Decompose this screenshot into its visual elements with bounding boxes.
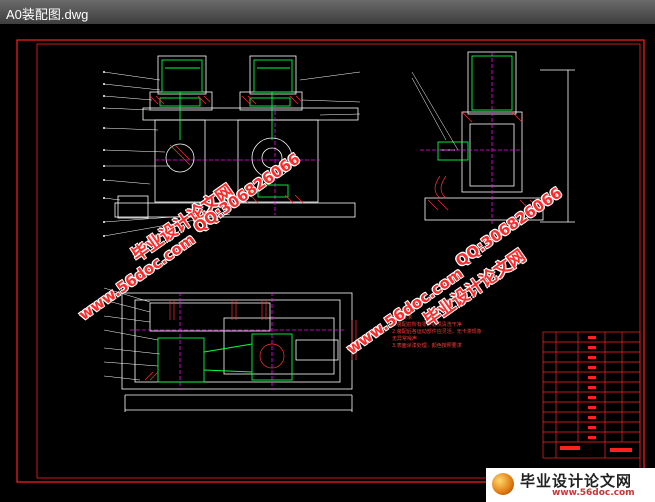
notes-line: 3.表面涂漆处理，颜色按照要求 xyxy=(392,343,462,349)
drawing-canvas[interactable]: 技术要求 1.装配前所有零件必须清洗干净 2.装配后各运动部件应灵活，无卡滞现象… xyxy=(0,24,655,502)
logo-ball-icon xyxy=(492,473,514,495)
site-logo: 毕业设计论文网 www.56doc.com xyxy=(486,468,655,502)
logo-site-url: www.56doc.com xyxy=(552,488,635,498)
title-bar: A0装配图.dwg xyxy=(0,0,655,25)
cad-drawing xyxy=(16,39,645,483)
notes-line: 无异常噪声 xyxy=(392,336,418,342)
notes-line: 2.装配后各运动部件应灵活，无卡滞现象 xyxy=(392,329,482,335)
window-title: A0装配图.dwg xyxy=(6,7,89,22)
